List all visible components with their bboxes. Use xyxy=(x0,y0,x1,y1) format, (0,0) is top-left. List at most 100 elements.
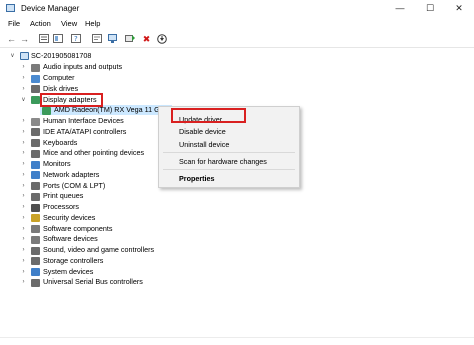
context-properties[interactable]: Properties xyxy=(179,174,215,183)
driver-info-icon[interactable] xyxy=(91,34,102,44)
tree-item-label: Universal Serial Bus controllers xyxy=(43,277,143,287)
menu-view[interactable]: View xyxy=(61,19,77,28)
window-title: Device Manager xyxy=(21,4,80,13)
tree-category-item[interactable]: › Print queues xyxy=(0,191,474,202)
highlight-display-adapters xyxy=(40,93,103,107)
expand-chevron-icon[interactable]: › xyxy=(20,277,27,288)
tree-category-item[interactable]: › System devices xyxy=(0,267,474,278)
port-icon xyxy=(31,182,40,191)
minimize-button[interactable]: — xyxy=(385,0,415,17)
expand-chevron-icon[interactable]: › xyxy=(20,148,27,159)
tree-item-label: Audio inputs and outputs xyxy=(43,62,123,72)
monitor-icon xyxy=(31,160,40,169)
tree-root-label: SC-201905081708 xyxy=(31,51,92,60)
svg-text:?: ? xyxy=(74,35,78,43)
tree-category-item[interactable]: › Storage controllers xyxy=(0,256,474,267)
tree-item-label: Computer xyxy=(43,73,75,83)
security-device-icon xyxy=(31,214,40,223)
tree-item-label: Monitors xyxy=(43,159,71,169)
expand-chevron-icon[interactable]: › xyxy=(20,191,27,202)
close-button[interactable]: ✕ xyxy=(444,0,474,17)
expand-chevron-icon[interactable]: › xyxy=(20,224,27,235)
device-manager-app-icon xyxy=(6,4,15,12)
tree-item-label: Storage controllers xyxy=(43,255,104,265)
tree-item-label: IDE ATA/ATAPI controllers xyxy=(43,126,127,136)
tree-item-label: Mice and other pointing devices xyxy=(43,148,145,158)
tree-item-label: Security devices xyxy=(43,212,96,222)
expand-chevron-icon[interactable]: › xyxy=(20,181,27,192)
menu-bar: File Action View Help xyxy=(0,18,474,31)
expand-chevron-icon[interactable]: › xyxy=(20,159,27,170)
software-component-icon xyxy=(31,225,40,234)
sound-controller-icon xyxy=(31,246,40,255)
expand-chevron-icon[interactable]: › xyxy=(20,138,27,149)
system-device-icon xyxy=(31,268,40,277)
context-disable-device[interactable]: Disable device xyxy=(179,127,226,136)
scan-hardware-icon[interactable] xyxy=(108,34,119,44)
expand-chevron-icon[interactable]: › xyxy=(20,267,27,278)
tree-item-label: Human Interface Devices xyxy=(43,116,124,126)
ide-controller-icon xyxy=(31,128,40,137)
context-scan-hardware[interactable]: Scan for hardware changes xyxy=(179,157,267,166)
computer-icon xyxy=(20,52,29,60)
uninstall-device-icon[interactable]: ✖ xyxy=(141,34,152,44)
show-hidden-icon[interactable] xyxy=(52,34,63,44)
tree-item-label: Keyboards xyxy=(43,137,78,147)
tree-item-label: System devices xyxy=(43,266,94,276)
storage-controller-icon xyxy=(31,257,40,266)
tree-category-item[interactable]: › Computer xyxy=(0,73,474,84)
status-divider xyxy=(0,337,474,338)
maximize-button[interactable]: ☐ xyxy=(415,0,445,17)
expand-chevron-icon[interactable]: › xyxy=(20,73,27,84)
menu-help[interactable]: Help xyxy=(85,19,100,28)
tree-item-label: Processors xyxy=(43,202,79,212)
disk-drive-icon xyxy=(31,85,40,94)
tree-category-item[interactable]: › Security devices xyxy=(0,213,474,224)
keyboard-icon xyxy=(31,139,40,148)
tree-category-item[interactable]: › Universal Serial Bus controllers xyxy=(0,277,474,288)
expand-chevron-icon[interactable]: › xyxy=(20,127,27,138)
back-arrow-icon[interactable]: ← xyxy=(6,34,17,44)
menu-file[interactable]: File xyxy=(8,19,20,28)
tree-item-label: Print queues xyxy=(43,191,84,201)
tree-item-label: Software components xyxy=(43,223,113,233)
expand-chevron-icon[interactable]: › xyxy=(20,234,27,245)
forward-arrow-icon[interactable]: → xyxy=(19,34,30,44)
download-icon[interactable] xyxy=(156,34,167,44)
tree-category-item[interactable]: › Software components xyxy=(0,224,474,235)
tree-root[interactable]: ∨ SC-201905081708 xyxy=(0,51,474,62)
expand-chevron-icon[interactable]: › xyxy=(20,84,27,95)
context-separator xyxy=(163,152,295,153)
tree-category-item[interactable]: › Audio inputs and outputs xyxy=(0,62,474,73)
expand-chevron-icon[interactable]: › xyxy=(20,213,27,224)
update-driver-icon[interactable] xyxy=(125,34,136,44)
printer-icon xyxy=(31,192,40,201)
expand-chevron-icon[interactable]: › xyxy=(20,202,27,213)
collapse-chevron-icon[interactable]: ∨ xyxy=(20,95,27,106)
expand-chevron-icon[interactable]: › xyxy=(20,170,27,181)
properties-pane-icon[interactable] xyxy=(38,34,49,44)
tree-item-label: Network adapters xyxy=(43,169,100,179)
expand-chevron-icon[interactable]: › xyxy=(20,256,27,267)
title-bar: Device Manager — ☐ ✕ xyxy=(0,0,474,17)
toolbar: ← → ? ✖ xyxy=(0,31,474,48)
usb-controller-icon xyxy=(31,278,40,287)
menu-action[interactable]: Action xyxy=(30,19,51,28)
hid-icon xyxy=(31,117,40,126)
context-separator xyxy=(163,169,295,170)
tree-category-item[interactable]: › Software devices xyxy=(0,234,474,245)
expand-chevron-icon[interactable]: › xyxy=(20,245,27,256)
context-uninstall-device[interactable]: Uninstall device xyxy=(179,140,229,149)
help-icon[interactable]: ? xyxy=(70,34,81,44)
expand-chevron-icon[interactable]: › xyxy=(20,62,27,73)
mouse-icon xyxy=(31,149,40,158)
tree-item-label: Software devices xyxy=(43,234,98,244)
tree-item-label: Sound, video and game controllers xyxy=(43,245,155,255)
expand-chevron-icon[interactable]: › xyxy=(20,116,27,127)
tree-category-item[interactable]: › Sound, video and game controllers xyxy=(0,245,474,256)
speaker-icon xyxy=(31,63,40,72)
collapse-chevron-icon[interactable]: ∨ xyxy=(9,51,16,62)
tree-category-item[interactable]: › Processors xyxy=(0,202,474,213)
network-adapter-icon xyxy=(31,171,40,180)
computer-icon xyxy=(31,74,40,83)
